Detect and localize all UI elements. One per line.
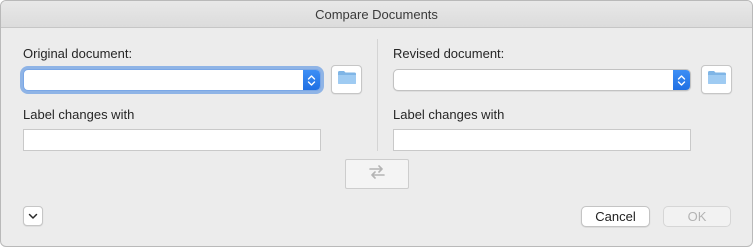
swap-documents-button[interactable] bbox=[345, 159, 409, 189]
folder-icon bbox=[707, 70, 727, 90]
folder-icon bbox=[337, 70, 357, 90]
compare-documents-dialog: Compare Documents Original document: Lab… bbox=[0, 0, 753, 247]
column-divider bbox=[377, 39, 378, 151]
original-label-changes-input[interactable] bbox=[23, 129, 321, 151]
up-down-chevron-icon bbox=[303, 70, 320, 90]
cancel-button[interactable]: Cancel bbox=[581, 206, 650, 227]
revised-document-select[interactable] bbox=[393, 69, 691, 91]
up-down-chevron-icon bbox=[673, 70, 690, 90]
original-document-select[interactable] bbox=[23, 69, 321, 91]
ok-button[interactable]: OK bbox=[663, 206, 731, 227]
original-document-label: Original document: bbox=[23, 46, 133, 61]
browse-original-button[interactable] bbox=[331, 65, 362, 94]
dialog-title: Compare Documents bbox=[1, 1, 752, 28]
chevron-down-icon bbox=[28, 207, 38, 225]
more-options-button[interactable] bbox=[23, 206, 43, 226]
browse-revised-button[interactable] bbox=[701, 65, 732, 94]
swap-arrows-icon bbox=[368, 164, 386, 185]
original-label-changes-caption: Label changes with bbox=[23, 107, 135, 122]
revised-label-changes-caption: Label changes with bbox=[393, 107, 505, 122]
revised-document-label: Revised document: bbox=[393, 46, 505, 61]
revised-label-changes-input[interactable] bbox=[393, 129, 691, 151]
